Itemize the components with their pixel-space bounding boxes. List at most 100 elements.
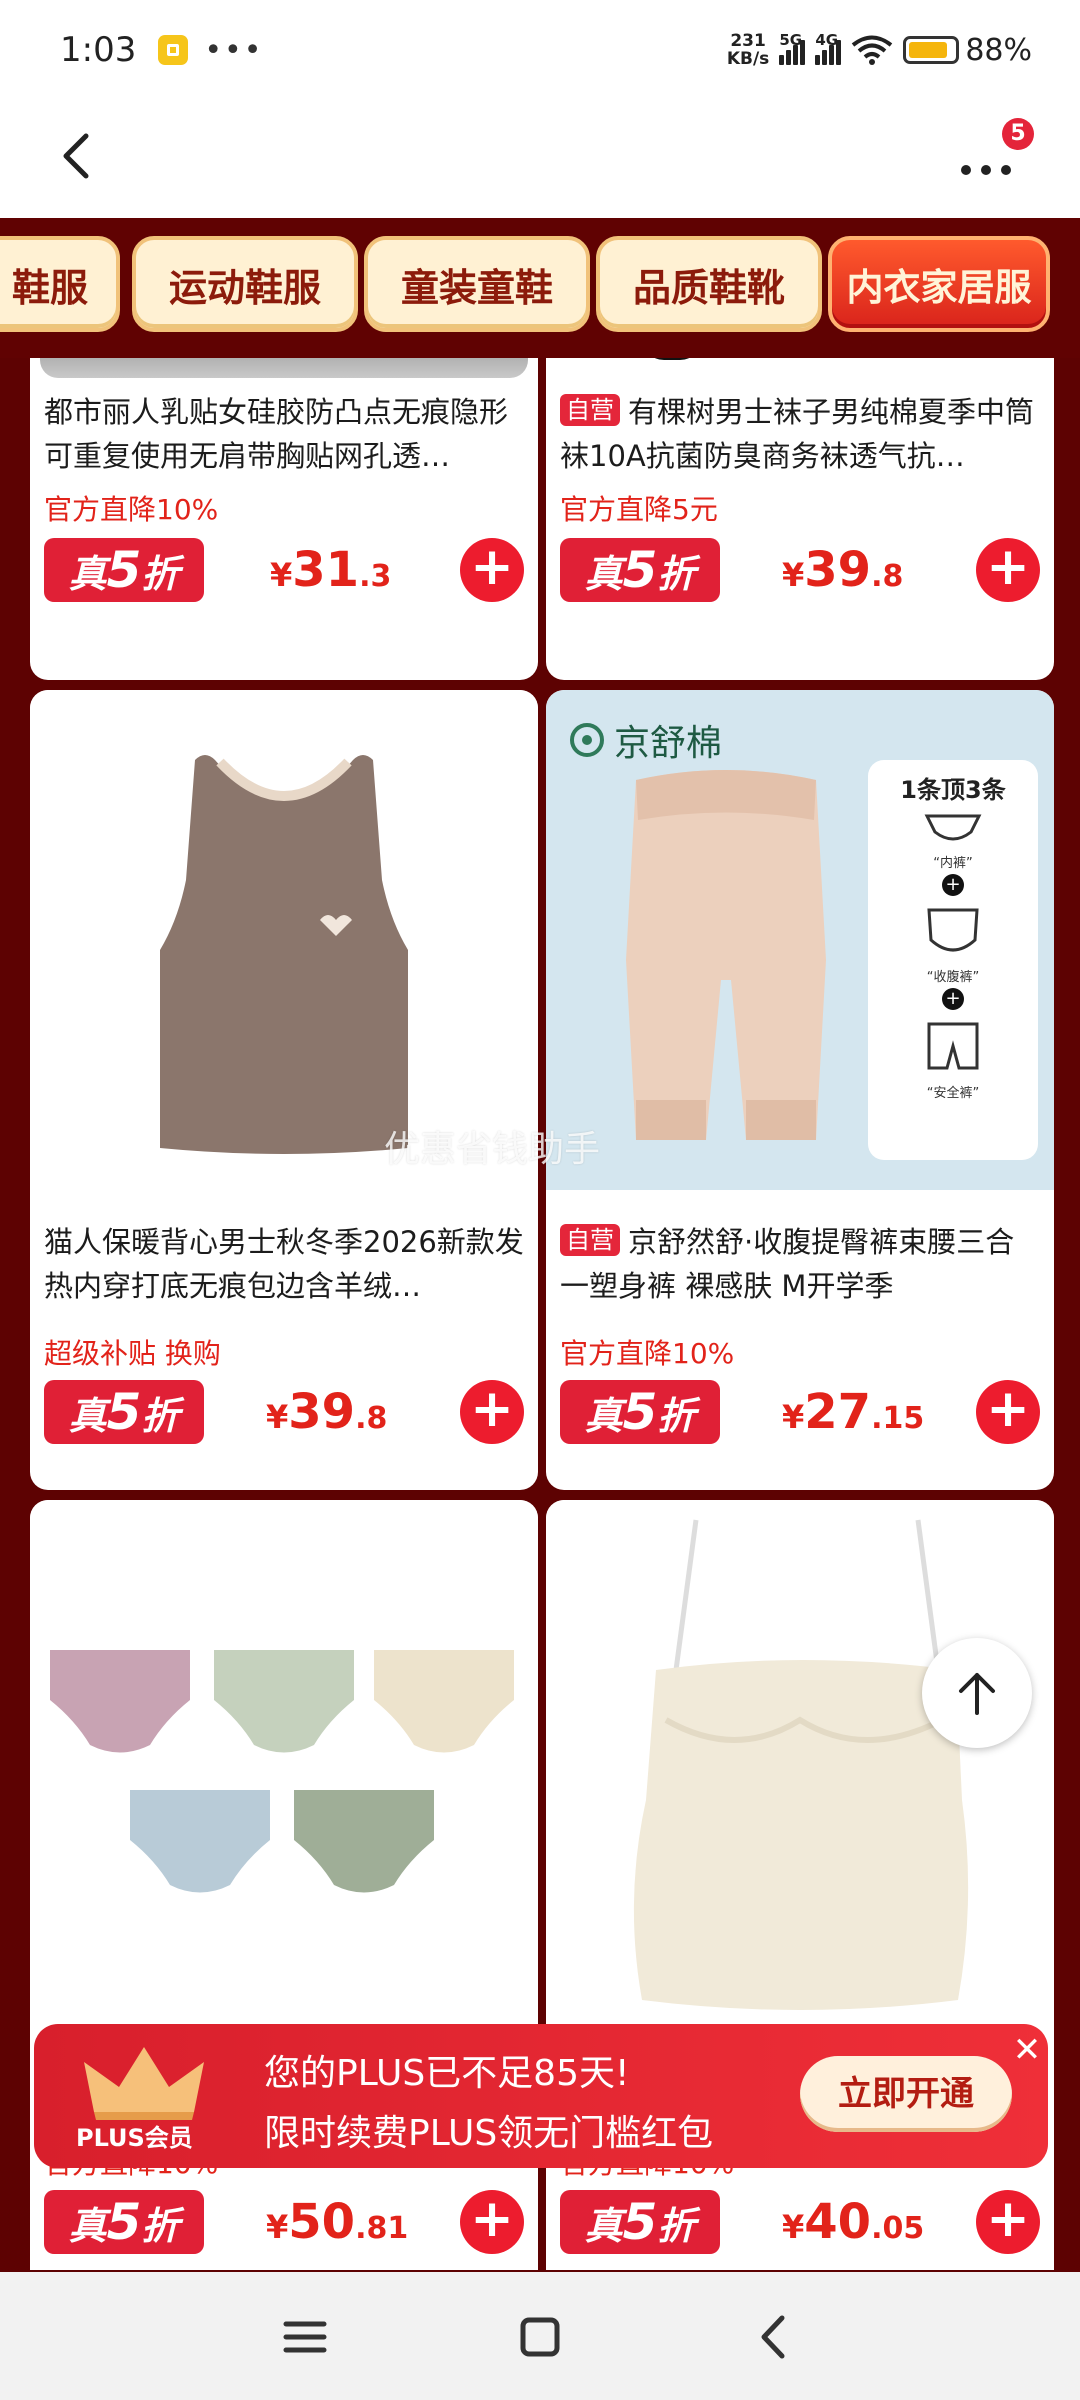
feature-item-3: “安全裤” xyxy=(926,1086,980,1101)
shaper-icon xyxy=(927,908,979,952)
shapewear-image xyxy=(626,770,826,1140)
brand-leaf-icon xyxy=(570,723,604,757)
brief-icon xyxy=(924,814,982,841)
product-card[interactable]: 都市丽人乳贴女硅胶防凸点无痕隐形可重复使用无肩带胸贴网孔透… 官方直降10% 真… xyxy=(30,358,538,680)
add-to-cart-button[interactable]: + xyxy=(976,2190,1040,2254)
tab-label: 品质鞋靴 xyxy=(632,265,785,310)
plus-icon: + xyxy=(942,874,964,896)
battery-indicator: 88% xyxy=(903,33,1032,68)
app-notification-icon xyxy=(158,35,189,65)
feature-headline: 1条顶3条 xyxy=(900,776,1006,804)
product-title: 自营 京舒然舒·收腹提臀裤束腰三合一塑身裤 裸感肤 M开学季 xyxy=(560,1224,1015,1303)
net-speed: 231 KB/s xyxy=(727,32,769,68)
price: ¥31.3 xyxy=(270,542,392,598)
more-dots-icon xyxy=(961,165,1011,175)
product-image xyxy=(642,358,702,360)
price: ¥39.8 xyxy=(782,542,904,598)
discount-tag: 真5折 xyxy=(560,1380,720,1444)
safety-shorts-icon xyxy=(927,1022,979,1070)
discount-tag: 真5折 xyxy=(560,2190,720,2254)
battery-percent: 88% xyxy=(965,32,1032,68)
promo-text: 官方直降5元 xyxy=(560,493,718,526)
add-to-cart-button[interactable]: + xyxy=(976,1380,1040,1444)
screen: 1:03 ••• 231 KB/s 5G 4G 88% 5 鞋服 运动鞋服 童装… xyxy=(0,0,1080,2400)
price: ¥40.05 xyxy=(782,2194,925,2250)
battery-icon xyxy=(903,36,960,64)
status-more-icon: ••• xyxy=(204,32,264,68)
price: ¥39.8 xyxy=(266,1384,388,1440)
underwear-set-image xyxy=(50,1650,514,1893)
tab-label: 童装童鞋 xyxy=(400,265,553,310)
signal-4g-icon: 4G xyxy=(815,31,842,65)
product-title: 自营 有棵树男士袜子男纯棉夏季中筒袜10A抗菌防臭商务袜透气抗… xyxy=(560,394,1035,473)
price: ¥27.15 xyxy=(782,1384,925,1440)
feature-item-2: “收腹裤” xyxy=(926,970,980,985)
add-to-cart-button[interactable]: + xyxy=(976,538,1040,602)
plus-member-label: PLUS会员 xyxy=(76,2124,193,2152)
self-run-tag: 自营 xyxy=(560,1224,620,1256)
plus-message-line2: 限时续费PLUS领无门槛红包 xyxy=(264,2113,714,2154)
camisole-image xyxy=(633,1519,969,2010)
plus-icon: + xyxy=(942,988,964,1010)
price-row: 真5折 ¥40.05 + xyxy=(560,2190,1040,2254)
tab-sports[interactable]: 运动鞋服 xyxy=(132,236,358,332)
promo-text: 官方直降10% xyxy=(44,493,219,526)
promo-text: 官方直降10% xyxy=(560,1337,735,1370)
discount-tag: 真5折 xyxy=(44,538,204,602)
self-run-tag: 自营 xyxy=(560,394,620,426)
product-image xyxy=(546,1500,1054,2040)
product-card[interactable]: 自营 有棵树男士袜子男纯棉夏季中筒袜10A抗菌防臭商务袜透气抗… 官方直降5元 真… xyxy=(546,358,1054,680)
category-tabs: 鞋服 运动鞋服 童装童鞋 品质鞋靴 内衣家居服 xyxy=(0,218,1080,358)
notification-badge: 5 xyxy=(1002,118,1034,150)
crown-icon xyxy=(84,2047,204,2120)
discount-tag: 真5折 xyxy=(44,1380,204,1444)
price-row: 真5折 ¥27.15 + xyxy=(560,1380,1040,1444)
product-card[interactable]: 猫人保暖背心男士秋冬季2026新款发热内穿打底无痕包边含羊绒… 超级补贴 换购 … xyxy=(30,690,538,1490)
brand-logo: 京舒棉 xyxy=(568,714,722,766)
open-plus-button[interactable]: 立即开通 xyxy=(800,2056,1012,2132)
tab-boots[interactable]: 品质鞋靴 xyxy=(596,236,822,332)
price-row: 真5折 ¥50.81 + xyxy=(44,2190,524,2254)
status-time: 1:03 xyxy=(60,30,137,70)
close-icon[interactable]: ✕ xyxy=(1010,2033,1044,2068)
tab-label: 运动鞋服 xyxy=(168,265,321,310)
product-card[interactable]: 京舒棉 1条顶3条 “内裤” + “收腹裤” + “安全裤” 自营 京舒然舒·收… xyxy=(546,690,1054,1490)
more-menu-button[interactable]: 5 xyxy=(954,118,1044,198)
tab-label: 鞋服 xyxy=(11,265,88,310)
signal-5g-label: 5G xyxy=(779,31,803,49)
promo-text: 超级补贴 换购 xyxy=(44,1337,221,1370)
status-bar: 1:03 ••• 231 KB/s 5G 4G 88% xyxy=(0,0,1080,100)
home-icon[interactable] xyxy=(505,2302,575,2372)
product-title: 都市丽人乳贴女硅胶防凸点无痕隐形可重复使用无肩带胸贴网孔透… xyxy=(44,395,509,473)
system-back-icon[interactable] xyxy=(740,2302,810,2372)
tab-kids[interactable]: 童装童鞋 xyxy=(364,236,590,332)
plus-renewal-banner[interactable]: PLUS会员 您的PLUS已不足85天! 限时续费PLUS领无门槛红包 立即开通… xyxy=(34,2024,1048,2168)
tab-shoes-clothing[interactable]: 鞋服 xyxy=(0,236,120,332)
add-to-cart-button[interactable]: + xyxy=(460,1380,524,1444)
product-image: 京舒棉 1条顶3条 “内裤” + “收腹裤” + “安全裤” xyxy=(546,690,1054,1190)
back-arrow-icon xyxy=(63,133,89,179)
wifi-icon xyxy=(852,35,893,65)
feature-panel: 1条顶3条 “内裤” + “收腹裤” + “安全裤” xyxy=(868,760,1038,1160)
add-to-cart-button[interactable]: + xyxy=(460,2190,524,2254)
feature-item-1: “内裤” xyxy=(933,856,973,871)
price-row: 真5折 ¥39.8 + xyxy=(560,538,1040,602)
product-image xyxy=(40,358,528,378)
back-button[interactable] xyxy=(48,126,108,186)
signal-4g-label: 4G xyxy=(815,31,839,49)
tab-underwear[interactable]: 内衣家居服 xyxy=(828,236,1050,332)
add-to-cart-button[interactable]: + xyxy=(460,538,524,602)
net-speed-unit: KB/s xyxy=(726,49,770,69)
discount-tag: 真5折 xyxy=(44,2190,204,2254)
price-row: 真5折 ¥39.8 + xyxy=(44,1380,524,1444)
product-title: 猫人保暖背心男士秋冬季2026新款发热内穿打底无痕包边含羊绒… xyxy=(44,1225,524,1303)
price-row: 真5折 ¥31.3 + xyxy=(44,538,524,602)
watermark-text: 优惠省钱助手 xyxy=(384,1129,601,1170)
price: ¥50.81 xyxy=(266,2194,409,2250)
signal-5g-icon: 5G xyxy=(779,31,806,65)
product-grid: 都市丽人乳贴女硅胶防凸点无痕隐形可重复使用无肩带胸贴网孔透… 官方直降10% 真… xyxy=(0,358,1080,2270)
menu-icon[interactable] xyxy=(270,2302,340,2372)
scroll-to-top-button[interactable] xyxy=(922,1638,1032,1748)
arrow-up-icon xyxy=(959,1673,995,1715)
top-nav: 5 xyxy=(0,100,1080,218)
